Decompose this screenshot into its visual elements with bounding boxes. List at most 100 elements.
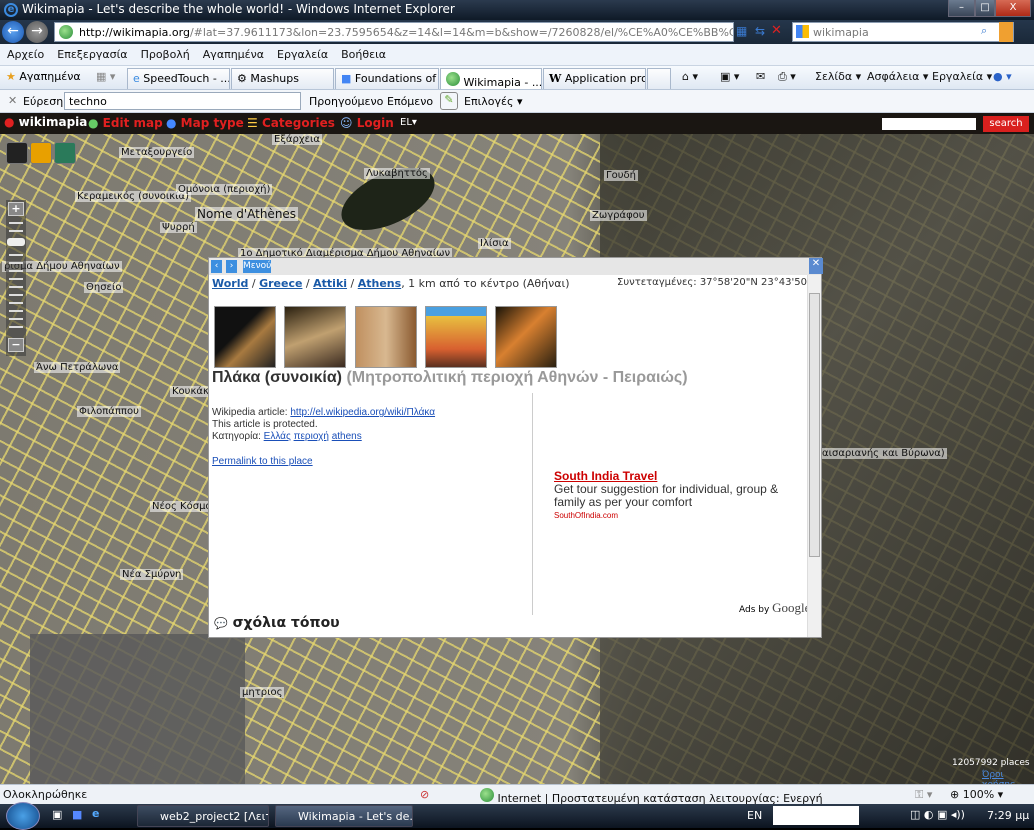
switch-windows-icon[interactable]: ■ (72, 808, 82, 821)
zoom-handle[interactable] (7, 238, 25, 246)
start-button[interactable] (6, 802, 40, 830)
tab-speedtouch[interactable]: e SpeedTouch - ... (127, 68, 230, 89)
tab-foundations[interactable]: ■ Foundations of ... (335, 68, 439, 89)
ruler-icon[interactable] (30, 142, 52, 164)
breadcrumb-athens[interactable]: Athens (358, 277, 401, 290)
photo-thumbnail[interactable] (425, 306, 487, 368)
menu-edit[interactable]: Επεξεργασία (50, 44, 133, 61)
edit-map-button[interactable]: ● Edit map (88, 116, 163, 130)
breadcrumb-attiki[interactable]: Attiki (313, 277, 347, 290)
minimize-button[interactable]: – (948, 0, 975, 17)
language-select[interactable]: EL▾ (400, 117, 417, 128)
add-place-icon[interactable] (6, 142, 28, 164)
photo-thumbnail[interactable] (214, 306, 276, 368)
taskbar-search[interactable] (773, 806, 859, 825)
mail-button[interactable]: ✉ (756, 70, 765, 83)
layer-icon[interactable] (54, 142, 76, 164)
find-input[interactable]: techno (64, 92, 301, 110)
address-bar[interactable]: http://wikimapia.org/#lat=37.9611173&lon… (54, 22, 734, 42)
print-button[interactable]: ⎙ ▾ (778, 70, 796, 84)
search-icon[interactable]: ⌕ (981, 24, 987, 38)
category-link[interactable]: περιοχή (294, 431, 329, 442)
map-label: Ιλίσια (478, 238, 511, 249)
category-link[interactable]: Ελλάς (264, 431, 291, 442)
terms-link[interactable]: Όροι χρήσης (982, 770, 1034, 784)
tab-wikimapia[interactable]: Wikimapia - ... ✕ (440, 68, 542, 89)
categories-button[interactable]: ☰ Categories (247, 116, 335, 130)
compatibility-icon[interactable]: ▦ (736, 24, 747, 38)
popup-header: ‹ › Μενού ✕ (209, 258, 823, 275)
show-desktop-icon[interactable]: ▣ (52, 808, 62, 821)
security-zone[interactable]: Internet | Προστατευμένη κατάσταση λειτο… (480, 788, 823, 805)
next-button[interactable]: › (226, 260, 237, 273)
highlight-icon[interactable]: ✎ (440, 92, 458, 110)
wikipedia-link[interactable]: http://el.wikipedia.org/wiki/Πλάκα (290, 407, 435, 418)
breadcrumb-world[interactable]: World (212, 277, 248, 290)
feeds-button[interactable]: ▣ ▾ (720, 70, 739, 83)
refresh-icon[interactable]: ⇆ (755, 24, 765, 38)
language-indicator[interactable]: EN (747, 809, 762, 822)
zoom-out-button[interactable]: − (8, 338, 24, 352)
places-count: 12057992 places (952, 758, 1030, 768)
ad-text: Get tour suggestion for individual, grou… (554, 482, 779, 509)
close-find-icon[interactable]: ✕ (8, 94, 17, 107)
clock[interactable]: 7:29 μμ (987, 809, 1029, 822)
popup-blocker-icon[interactable]: ⊘ (420, 788, 429, 801)
ads-by-google[interactable]: Ads by Google (739, 600, 810, 616)
safety-menu[interactable]: Ασφάλεια ▾ (867, 70, 928, 83)
close-popup-icon[interactable]: ✕ (809, 258, 823, 274)
menu-favorites[interactable]: Αγαπημένα (196, 44, 270, 61)
menu-help[interactable]: Βοήθεια (334, 44, 392, 61)
maximize-button[interactable]: □ (975, 0, 995, 17)
find-options-button[interactable]: Επιλογές ▾ (464, 95, 522, 108)
menu-tools[interactable]: Εργαλεία (270, 44, 334, 61)
page-menu[interactable]: Σελίδα ▾ (815, 70, 861, 83)
back-button[interactable]: ← (2, 21, 24, 43)
wikimapia-search-input[interactable] (882, 118, 976, 130)
photo-thumbnail[interactable] (355, 306, 417, 368)
find-previous-button[interactable]: Προηγούμενο (309, 95, 383, 108)
map-label: Ζωγράφου (590, 210, 647, 221)
menu-button[interactable]: Μενού (243, 260, 271, 273)
ie-quicklaunch-icon[interactable]: e (92, 807, 99, 820)
wikimapia-search-button[interactable]: search (983, 116, 1029, 132)
zoom-level[interactable]: ⊕ 100% ▾ (950, 788, 1003, 801)
tab-mashups[interactable]: ⚙ Mashups (231, 68, 334, 89)
taskbar-item-web2-project[interactable]: web2_project2 [Λειτ... (137, 805, 269, 827)
zoom-in-button[interactable]: + (8, 202, 24, 216)
favorites-button[interactable]: ★ Αγαπημένα (6, 70, 81, 83)
taskbar-item-wikimapia[interactable]: Wikimapia - Let's de... (275, 805, 413, 827)
prev-button[interactable]: ‹ (211, 260, 222, 273)
forward-button[interactable]: → (26, 21, 48, 43)
tab-application[interactable]: W Application pro... (543, 68, 646, 89)
menu-file[interactable]: Αρχείο (0, 44, 50, 61)
home-button[interactable]: ⌂ ▾ (682, 70, 698, 83)
category-link[interactable]: athens (332, 431, 362, 442)
tools-menu[interactable]: Εργαλεία ▾ (932, 70, 992, 83)
login-button[interactable]: ☺ Login (340, 116, 394, 130)
map-label: αισαριανής και Βύρωνα) (820, 448, 947, 459)
protected-mode-icon[interactable]: ⚿ ▾ (915, 788, 932, 802)
photo-thumbnail[interactable] (284, 306, 346, 368)
new-tab-button[interactable] (647, 68, 671, 89)
breadcrumb-greece[interactable]: Greece (259, 277, 302, 290)
help-icon[interactable]: ● ▾ (993, 70, 1012, 83)
stop-icon[interactable]: ✕ (771, 23, 782, 38)
permalink[interactable]: Permalink to this place (212, 456, 313, 467)
zoom-slider[interactable]: + − (6, 200, 26, 356)
menu-view[interactable]: Προβολή (134, 44, 196, 61)
quick-tabs-icon[interactable]: ▦ ▾ (96, 70, 115, 83)
wikimapia-logo[interactable]: ● wikimapia (4, 115, 87, 129)
user-icon: ☺ (340, 116, 353, 130)
search-dropdown[interactable] (999, 22, 1013, 42)
find-next-button[interactable]: Επόμενο (387, 95, 433, 108)
tray-icons[interactable]: ◫ ◐ ▣ ◂)) (910, 808, 965, 821)
scrollbar-thumb[interactable] (809, 293, 820, 557)
photo-thumbnail[interactable] (495, 306, 557, 368)
search-input[interactable]: wikimapia ⌕ (792, 22, 1014, 42)
ad-url[interactable]: SouthOfIndia.com (554, 509, 779, 522)
popup-scrollbar[interactable] (807, 275, 821, 637)
map-type-button[interactable]: ● Map type (166, 116, 244, 130)
close-button[interactable]: X (995, 0, 1031, 17)
map-label[interactable]: Nome d'Athènes (195, 207, 299, 221)
